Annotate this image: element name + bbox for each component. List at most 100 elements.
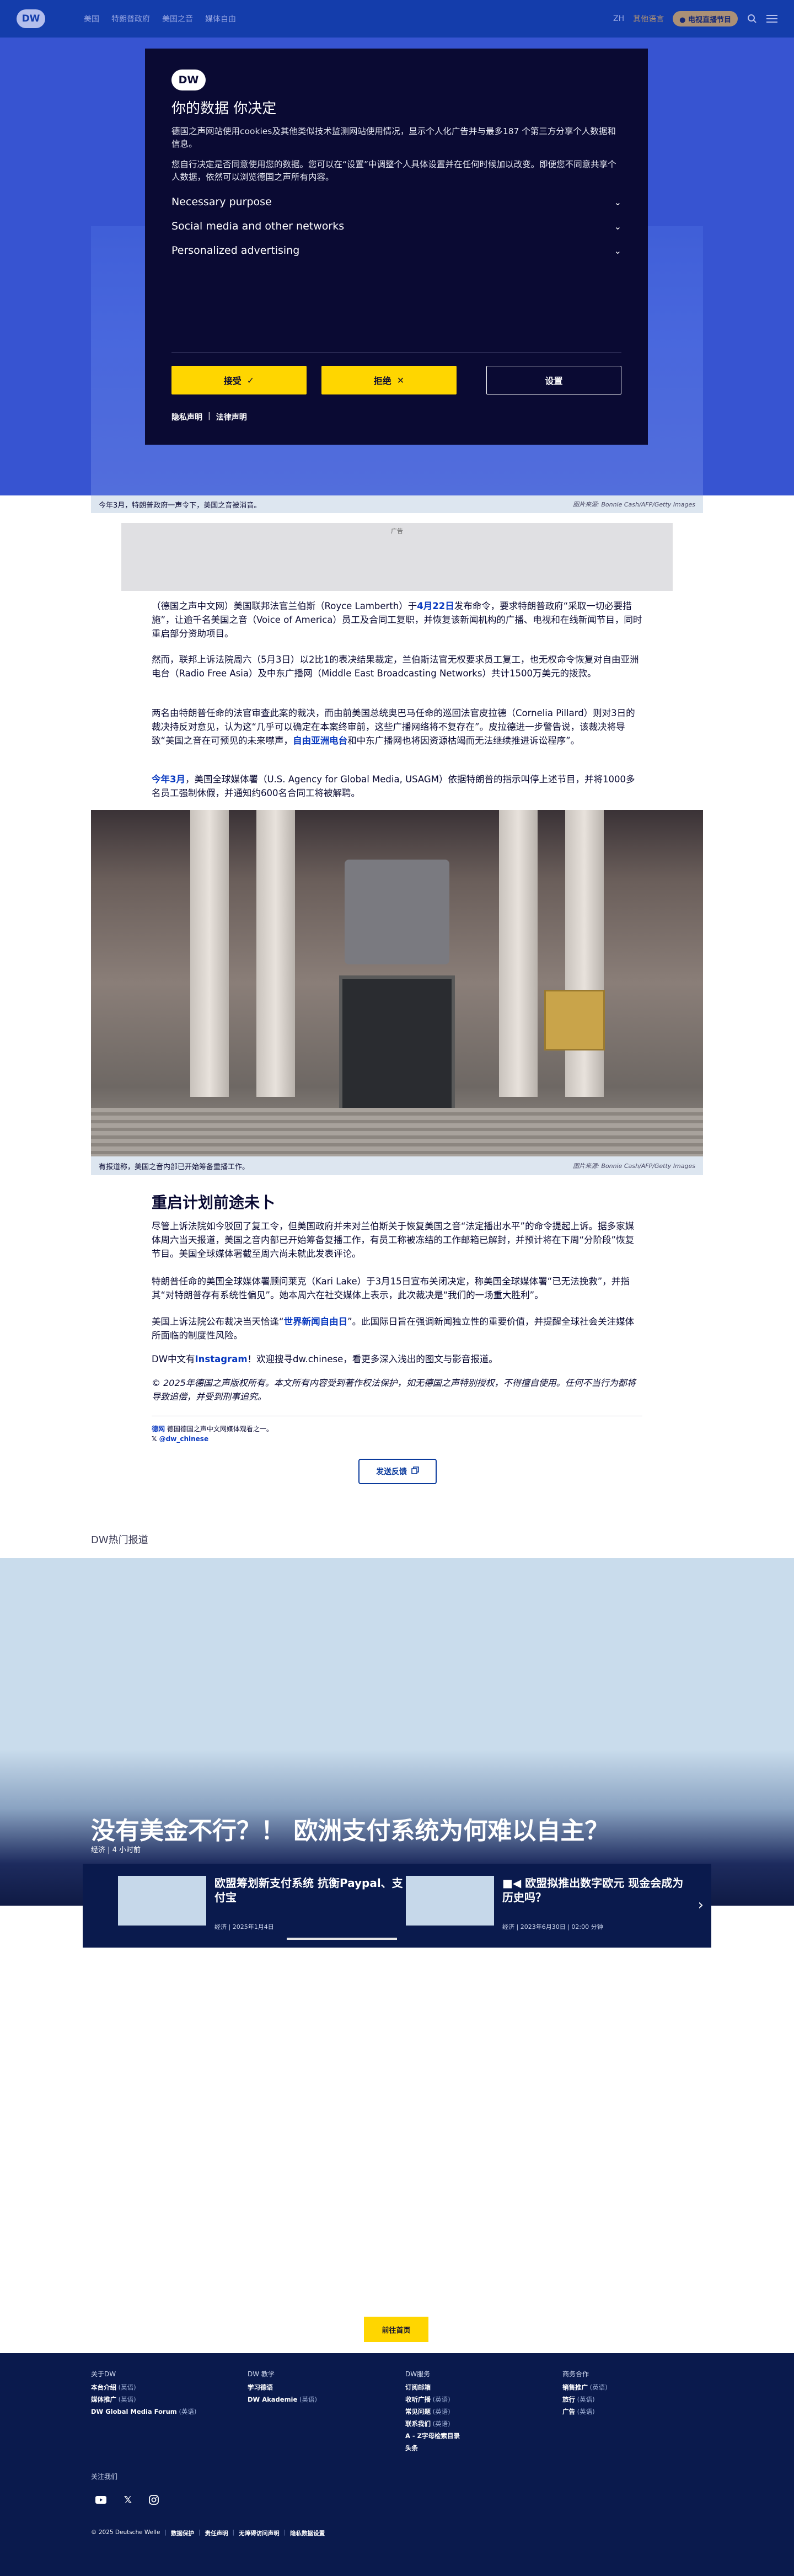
article-paragraph: 尽管上诉法院如今驳回了复工令，但美国政府并未对兰伯斯关于恢复美国之音“法定播出水… (152, 1221, 635, 1259)
weibo-line: 德网 德国德国之声中文网媒体观看之一。 (152, 1425, 273, 1433)
footer-heading: 商务合作 (562, 2370, 589, 2378)
card-meta: 经济 | 2025年1月4日 (214, 1923, 274, 1930)
accordion-label: Necessary purpose (171, 196, 272, 208)
check-icon: ✓ (246, 375, 255, 386)
settings-button[interactable]: 设置 (486, 366, 621, 394)
footer-heading: 关于DW (91, 2370, 116, 2378)
x-icon[interactable]: 𝕏 (122, 2494, 134, 2506)
weibo-label[interactable]: 德网 (152, 1425, 165, 1433)
march-link[interactable]: 今年3月 (152, 774, 185, 785)
footer-heading: DW服务 (405, 2370, 431, 2378)
footer-link[interactable]: DW Global Media Forum (英语) (91, 2406, 234, 2418)
article-photo (91, 810, 703, 1156)
footer-link[interactable]: A - Z字母检索目录 (405, 2430, 549, 2442)
photo-caption-bar: 有报道称，美国之音内部已开始筹备重播工作。 图片来源: Bonnie Cash/… (91, 1156, 703, 1175)
footer-link[interactable]: 联系我们 (英语) (405, 2418, 549, 2430)
dialog-intro: 德国之声网站使用cookies及其他类似技术监测网站使用情况，显示个人化广告并与… (171, 126, 616, 149)
ad-label: 广告 (391, 527, 403, 535)
dialog-title: 你的数据 你决定 (171, 100, 277, 117)
hero-caption-bar: 今年3月，特朗普政府一声令下，美国之音被消音。 图片来源: Bonnie Cas… (91, 495, 703, 513)
chevron-down-icon: ⌄ (614, 221, 621, 232)
copyright: © 2025 Deutsche Welle (91, 2529, 160, 2536)
footer-link[interactable]: 学习德语 (248, 2381, 391, 2393)
article-paragraph: （德国之声中文网）美国联邦法官兰伯斯（Royce Lamberth）于4月22日… (152, 599, 642, 641)
footer-link[interactable]: 常见问题 (英语) (405, 2406, 549, 2418)
card-thumbnail (406, 1876, 494, 1926)
hero-credit: 图片来源: Bonnie Cash/AFP/Getty Images (573, 501, 695, 508)
x-icon: 𝕏 (152, 1435, 157, 1443)
video-icon: ■◀ (502, 1876, 525, 1890)
privacy-link[interactable]: 数据保护 (171, 2529, 194, 2537)
text: 德国德国之声中文网媒体观看之一。 (165, 1425, 273, 1433)
dialog-links: 隐私声明 | 法律声明 (171, 412, 247, 423)
chevron-down-icon: ⌄ (614, 245, 621, 256)
text: （德国之声中文网）美国联邦法官兰伯斯（Royce Lamberth）于 (152, 601, 417, 611)
text: 和中东广播网也将因资源枯竭而无法继续推进诉讼程序”。 (347, 735, 580, 746)
photo-stairs (91, 1108, 703, 1156)
photo-column (256, 810, 295, 1097)
card-thumbnail (118, 1876, 206, 1926)
youtube-icon[interactable] (95, 2494, 107, 2506)
x-handle[interactable]: @dw_chinese (159, 1434, 208, 1443)
rfa-link[interactable]: 自由亚洲电台 (293, 735, 347, 746)
footer-link[interactable]: 本台介绍 (英语) (91, 2381, 234, 2393)
photo-column (565, 810, 604, 1097)
carousel-card[interactable]: ■◀ 欧盟拟推出数字欧元 现金会成为历史吗？ 经济 | 2023年6月30日 |… (406, 1876, 693, 1931)
article-paragraph: 然而，联邦上诉法院周六（5月3日）以2比1的表决结果裁定，兰伯斯法官无权要求员工… (152, 654, 639, 679)
footer-link[interactable]: 头条 (405, 2442, 549, 2454)
accordion-necessary[interactable]: Necessary purpose ⌄ (171, 196, 621, 208)
chevron-right-icon[interactable]: › (698, 1897, 704, 1913)
article-paragraph: 两名由特朗普任命的法官审查此案的裁决，而由前美国总统奥巴马任命的巡回法官皮拉德（… (152, 706, 642, 748)
separator: | (208, 412, 211, 420)
card-meta: 经济 | 2023年6月30日 | 02:00 分钟 (502, 1923, 603, 1930)
ad-slot: 广告 (121, 523, 673, 591)
reject-label: 拒绝 (373, 376, 391, 386)
accordion-label: Personalized advertising (171, 244, 300, 257)
privacy-link[interactable]: 隐私声明 (171, 412, 202, 423)
footer-link[interactable]: 销售推广 (英语) (562, 2381, 706, 2393)
footer-link[interactable]: 广告 (英语) (562, 2406, 706, 2418)
accordion-advertising[interactable]: Personalized advertising ⌄ (171, 244, 621, 257)
accordion-social[interactable]: Social media and other networks ⌄ (171, 220, 621, 232)
footer-col-about: 关于DW 本台介绍 (英语) 媒体推广 (英语) DW Global Media… (91, 2368, 234, 2418)
text: DW中文有 (152, 1354, 195, 1364)
photo-column (190, 810, 229, 1097)
article-paragraph: DW中文有Instagram！欢迎搜寻dw.chinese，看更多深入浅出的图文… (152, 1352, 642, 1366)
feature-title[interactable]: 没有美金不行？！ 欧洲支付系统为何难以自主？ (91, 1811, 609, 1846)
accessibility-link[interactable]: 无障碍访问声明 (239, 2529, 280, 2537)
privacy-settings-link[interactable]: 隐私数据设置 (290, 2529, 325, 2537)
related-carousel: 欧盟筹划新支付系统 抗衡Paypal、支付宝 经济 | 2025年1月4日 ■◀… (83, 1864, 711, 1948)
card-title[interactable]: 欧盟筹划新支付系统 抗衡Paypal、支付宝 (214, 1876, 405, 1905)
press-freedom-day-link[interactable]: 世界新闻自由日 (284, 1316, 348, 1327)
footer-link[interactable]: 旅行 (英语) (562, 2393, 706, 2406)
purpose-accordions: Necessary purpose ⌄ Social media and oth… (171, 196, 621, 257)
section-heading: 重启计划前途未卜 (152, 1193, 276, 1212)
chevron-down-icon: ⌄ (614, 196, 621, 207)
homepage-button[interactable]: 前往首页 (364, 2317, 428, 2342)
cookie-consent-dialog: DW 你的数据 你决定 德国之声网站使用cookies及其他类似技术监测网站使用… (145, 49, 648, 445)
reject-button[interactable]: 拒绝 ✕ (321, 366, 457, 394)
instagram-link[interactable]: Instagram (195, 1354, 248, 1364)
x-line: 𝕏 @dw_chinese (152, 1434, 208, 1443)
liability-link[interactable]: 责任声明 (205, 2529, 228, 2537)
footer-link[interactable]: 媒体推广 (英语) (91, 2393, 234, 2406)
photo-column (499, 810, 538, 1097)
copyright-disclaimer: © 2025年德国之声版权所有。本文所有内容受到著作权法保护，如无德国之声特别授… (152, 1378, 636, 1402)
feature-meta: 经济 | 4 小时前 (91, 1846, 141, 1854)
carousel-progress (287, 1938, 397, 1940)
date-link[interactable]: 4月22日 (417, 601, 454, 611)
carousel-card[interactable]: 欧盟筹划新支付系统 抗衡Paypal、支付宝 经济 | 2025年1月4日 (118, 1876, 405, 1931)
footer-link[interactable]: DW Akademie (英语) (248, 2393, 391, 2406)
article-paragraph: 今年3月，美国全球媒体署（U.S. Agency for Global Medi… (152, 772, 642, 800)
photo-relief (345, 860, 449, 964)
footer-link[interactable]: 订阅邮箱 (405, 2381, 549, 2393)
instagram-icon[interactable] (148, 2494, 160, 2506)
footer-link[interactable]: 收听广播 (英语) (405, 2393, 549, 2406)
feedback-button[interactable]: 发送反馈 (358, 1459, 437, 1484)
dw-logo: DW (171, 70, 206, 90)
legal-link[interactable]: 法律声明 (216, 412, 247, 423)
card-title[interactable]: ■◀ 欧盟拟推出数字欧元 现金会成为历史吗？ (502, 1876, 693, 1905)
article-paragraph: 特朗普任命的美国全球媒体署顾问莱克（Kari Lake）于3月15日宣布关闭决定… (152, 1276, 630, 1300)
accept-button[interactable]: 接受 ✓ (171, 366, 307, 394)
close-icon: ✕ (396, 375, 405, 386)
